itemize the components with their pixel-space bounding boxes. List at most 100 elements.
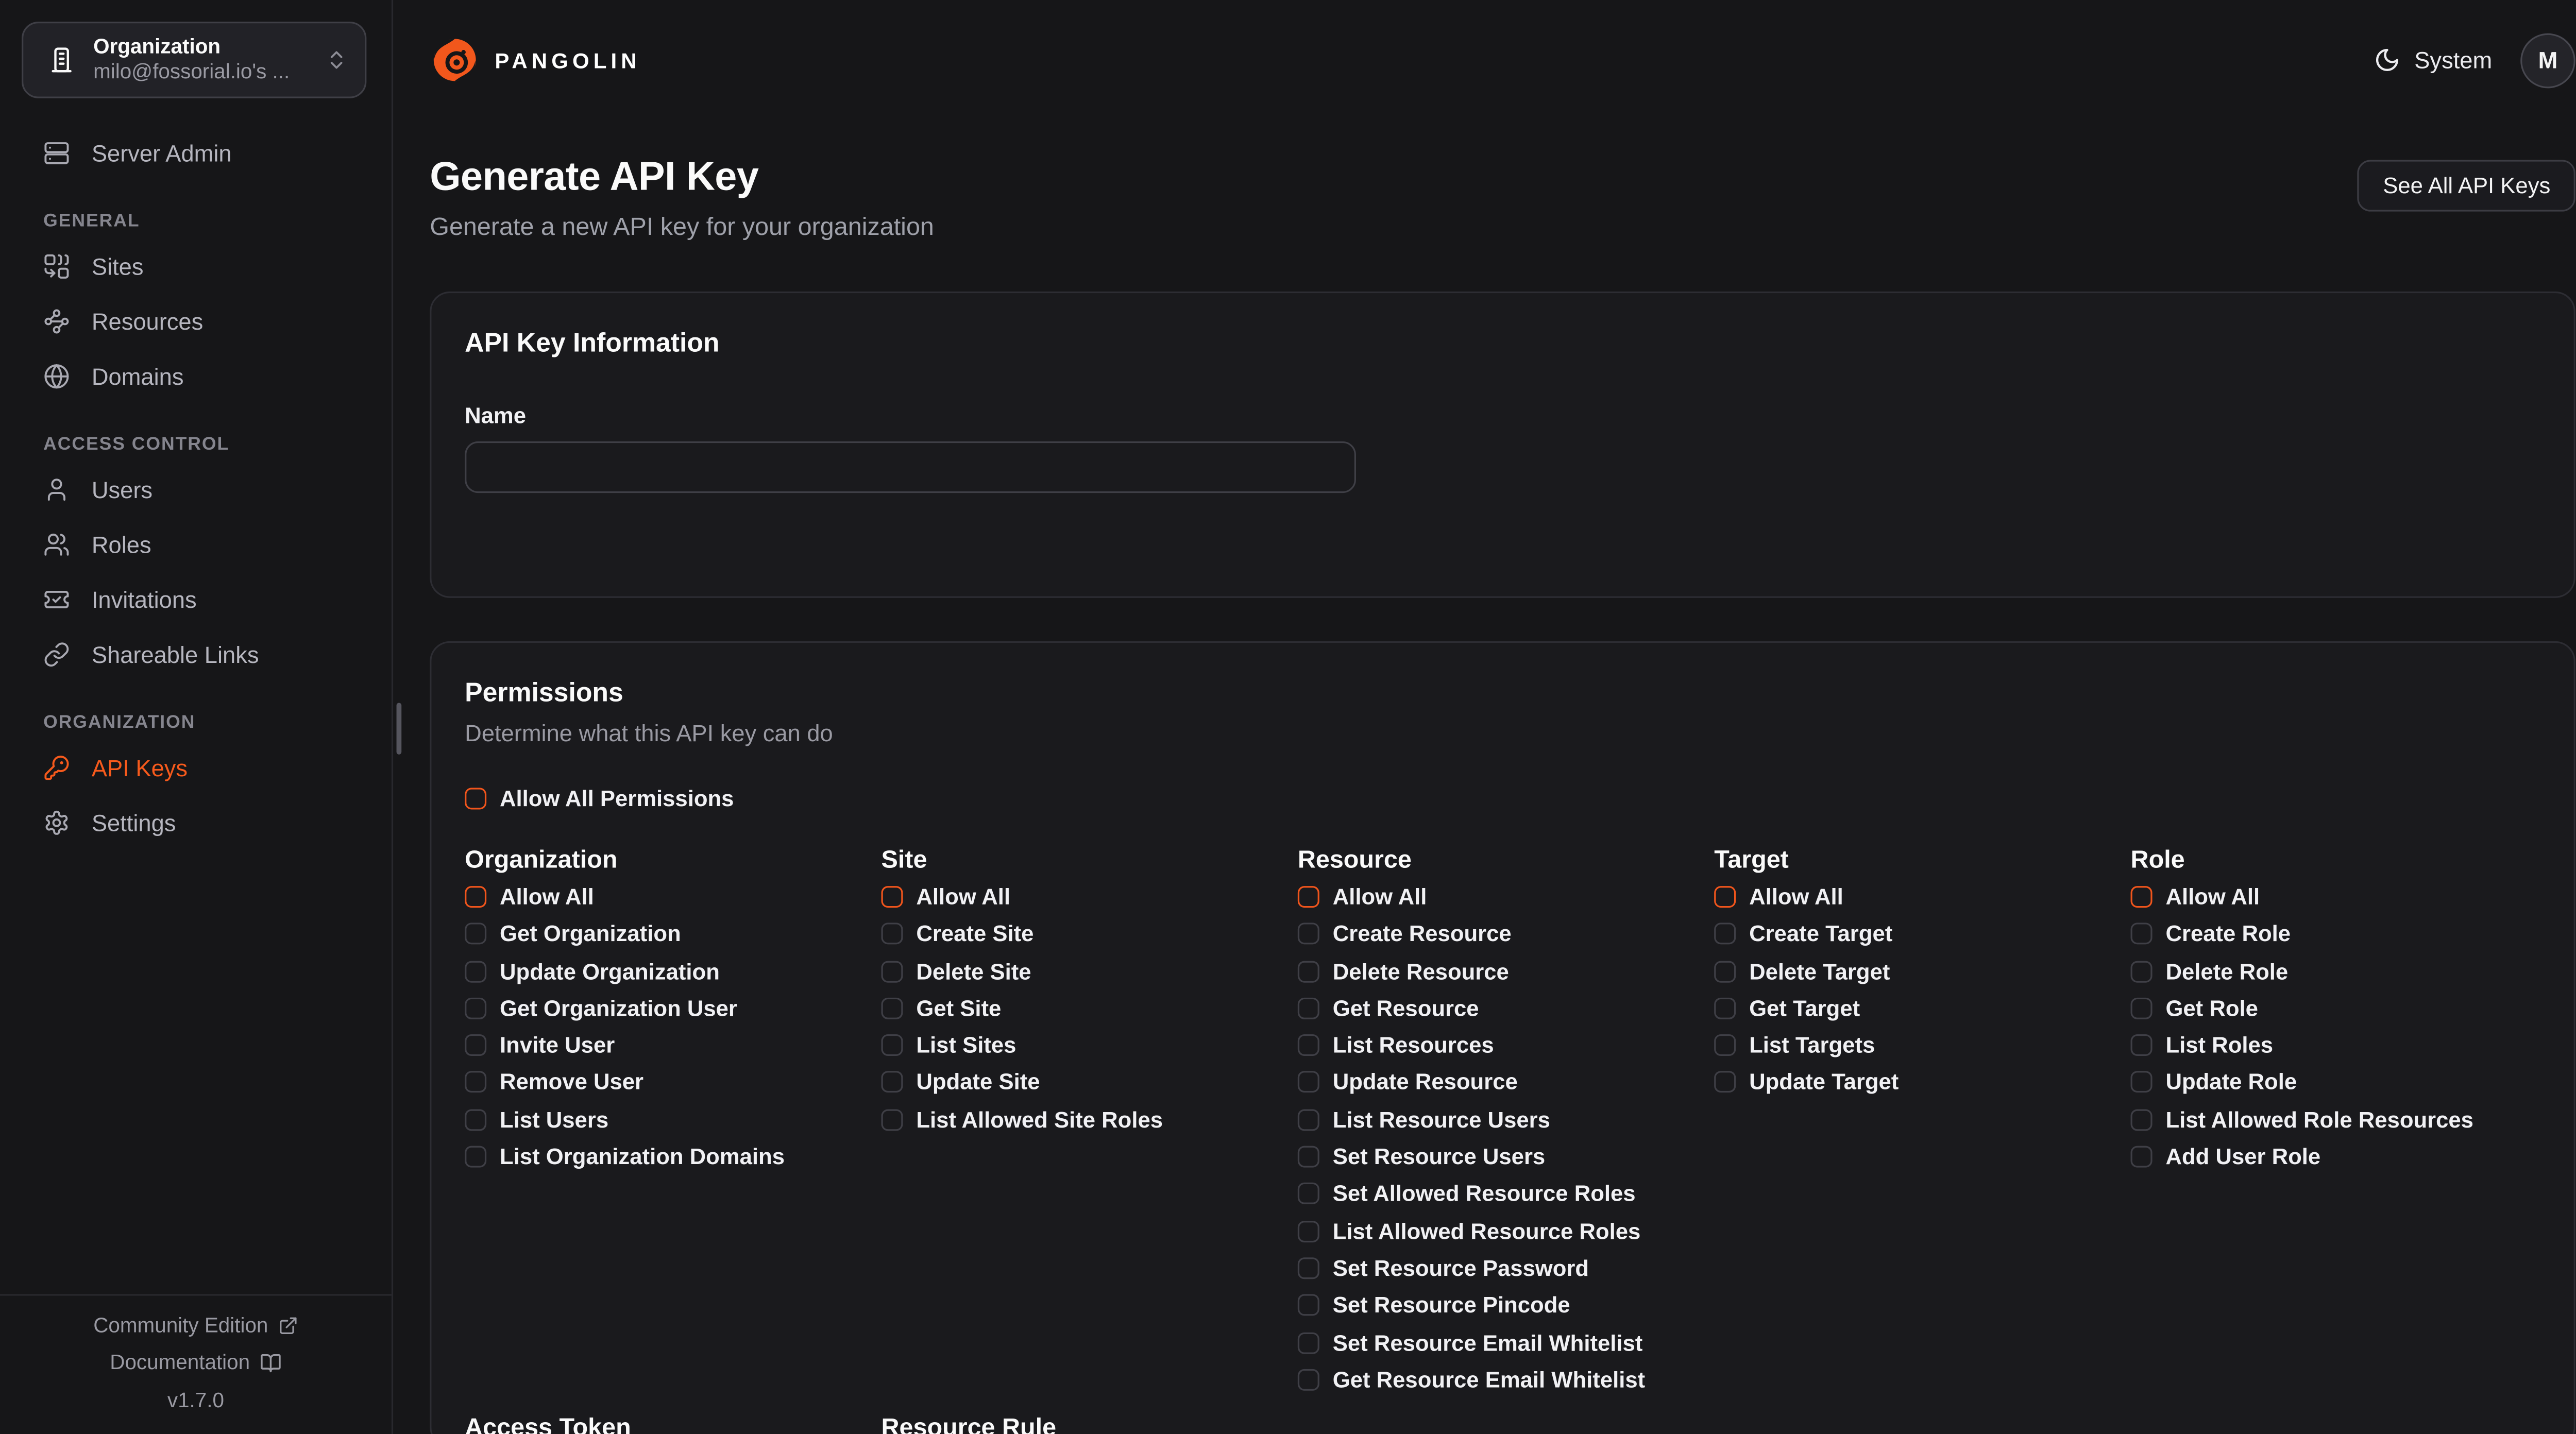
- perm-checkbox-role-add-user-role[interactable]: Add User Role: [2131, 1138, 2540, 1175]
- checkbox-icon: [2131, 1146, 2153, 1168]
- documentation-link[interactable]: Documentation: [0, 1344, 392, 1381]
- org-switcher[interactable]: Organization milo@fossorial.io's ...: [22, 22, 366, 98]
- perm-checkbox-role-update-role[interactable]: Update Role: [2131, 1064, 2540, 1101]
- sidebar-item-label: Domains: [92, 362, 184, 389]
- perm-checkbox-resource-set-resource-users[interactable]: Set Resource Users: [1298, 1138, 1707, 1175]
- perm-checkbox-resource-get-resource-email-whitelist[interactable]: Get Resource Email Whitelist: [1298, 1361, 1707, 1398]
- sidebar-item-api-keys[interactable]: API Keys: [22, 740, 370, 795]
- perm-checkbox-target-delete-target[interactable]: Delete Target: [1714, 952, 2124, 989]
- perm-label: List Sites: [916, 1033, 1016, 1058]
- name-input[interactable]: [465, 441, 1356, 493]
- perm-checkbox-target-update-target[interactable]: Update Target: [1714, 1064, 2124, 1101]
- permissions-grid: OrganizationAllow AllGet OrganizationUpd…: [465, 847, 2540, 1398]
- perm-checkbox-resource-list-allowed-resource-roles[interactable]: List Allowed Resource Roles: [1298, 1213, 1707, 1250]
- perm-label: Allow All: [2165, 884, 2260, 910]
- perm-checkbox-resource-get-resource[interactable]: Get Resource: [1298, 989, 1707, 1027]
- checkbox-icon: [881, 997, 903, 1019]
- perm-checkbox-site-get-site[interactable]: Get Site: [881, 989, 1291, 1027]
- allow-all-permissions-label: Allow All Permissions: [500, 786, 734, 811]
- users-icon: [43, 531, 70, 557]
- community-edition-link[interactable]: Community Edition: [0, 1307, 392, 1344]
- perm-checkbox-organization-remove-user[interactable]: Remove User: [465, 1064, 874, 1101]
- sidebar-item-label: Sites: [92, 252, 144, 279]
- perm-checkbox-resource-list-resources[interactable]: List Resources: [1298, 1027, 1707, 1064]
- perm-checkbox-site-update-site[interactable]: Update Site: [881, 1064, 1291, 1101]
- perm-label: List Allowed Role Resources: [2165, 1107, 2473, 1132]
- perm-checkbox-organization-get-organization-user[interactable]: Get Organization User: [465, 989, 874, 1027]
- perm-checkbox-organization-update-organization[interactable]: Update Organization: [465, 952, 874, 989]
- perm-checkbox-role-delete-role[interactable]: Delete Role: [2131, 952, 2540, 989]
- building-icon: [47, 45, 77, 75]
- perm-checkbox-resource-delete-resource[interactable]: Delete Resource: [1298, 952, 1707, 989]
- sidebar-scrollbar-thumb[interactable]: [397, 703, 402, 755]
- sidebar-item-invitations[interactable]: Invitations: [22, 571, 370, 626]
- sidebar-item-label: Shareable Links: [92, 640, 259, 667]
- external-link-icon: [278, 1316, 298, 1336]
- perm-checkbox-organization-get-organization[interactable]: Get Organization: [465, 915, 874, 952]
- allow-all-permissions-checkbox[interactable]: Allow All Permissions: [465, 779, 2540, 816]
- perm-checkbox-target-list-targets[interactable]: List Targets: [1714, 1027, 2124, 1064]
- perm-checkbox-site-allow-all[interactable]: Allow All: [881, 878, 1291, 915]
- sidebar-item-sites[interactable]: Sites: [22, 238, 370, 293]
- perm-checkbox-resource-set-resource-password[interactable]: Set Resource Password: [1298, 1250, 1707, 1287]
- checkbox-icon: [1298, 1183, 1319, 1205]
- checkbox-icon: [1714, 886, 1736, 908]
- sidebar-item-shareable-links[interactable]: Shareable Links: [22, 626, 370, 681]
- checkbox-icon: [881, 886, 903, 908]
- perm-checkbox-organization-allow-all[interactable]: Allow All: [465, 878, 874, 915]
- name-field: Name: [465, 403, 2540, 493]
- sidebar-item-roles[interactable]: Roles: [22, 516, 370, 571]
- perm-checkbox-resource-set-resource-pincode[interactable]: Set Resource Pincode: [1298, 1287, 1707, 1324]
- app-window: Organization milo@fossorial.io's ... Ser…: [0, 0, 2576, 1434]
- user-avatar[interactable]: M: [2520, 32, 2575, 88]
- perm-label: Delete Target: [1749, 959, 1890, 984]
- perm-checkbox-resource-update-resource[interactable]: Update Resource: [1298, 1064, 1707, 1101]
- perm-label: Update Target: [1749, 1070, 1899, 1095]
- perm-checkbox-target-allow-all[interactable]: Allow All: [1714, 878, 2124, 915]
- perm-checkbox-site-list-allowed-site-roles[interactable]: List Allowed Site Roles: [881, 1101, 1291, 1138]
- perm-checkbox-role-allow-all[interactable]: Allow All: [2131, 878, 2540, 915]
- permissions-card: Permissions Determine what this API key …: [430, 641, 2575, 1434]
- checkbox-icon: [2131, 960, 2153, 982]
- perm-checkbox-resource-set-resource-email-whitelist[interactable]: Set Resource Email Whitelist: [1298, 1324, 1707, 1361]
- perm-label: Create Site: [916, 921, 1033, 947]
- sidebar-item-settings[interactable]: Settings: [22, 794, 370, 849]
- api-key-information-title: API Key Information: [465, 330, 2540, 360]
- perm-checkbox-site-delete-site[interactable]: Delete Site: [881, 952, 1291, 989]
- perm-checkbox-organization-invite-user[interactable]: Invite User: [465, 1027, 874, 1064]
- perm-label: Delete Site: [916, 959, 1031, 984]
- permissions-subtitle: Determine what this API key can do: [465, 720, 2540, 746]
- gear-icon: [43, 809, 70, 835]
- perm-checkbox-role-list-allowed-role-resources[interactable]: List Allowed Role Resources: [2131, 1101, 2540, 1138]
- brand-logo[interactable]: PANGOLIN: [430, 35, 641, 85]
- perm-checkbox-target-create-target[interactable]: Create Target: [1714, 915, 2124, 952]
- nav-section-title: ACCESS CONTROL: [22, 435, 370, 455]
- version-label: v1.7.0: [0, 1381, 392, 1419]
- perm-checkbox-resource-set-allowed-resource-roles[interactable]: Set Allowed Resource Roles: [1298, 1175, 1707, 1213]
- perm-checkbox-role-list-roles[interactable]: List Roles: [2131, 1027, 2540, 1064]
- perm-checkbox-site-create-site[interactable]: Create Site: [881, 915, 1291, 952]
- perm-checkbox-resource-allow-all[interactable]: Allow All: [1298, 878, 1707, 915]
- sidebar-item-server-admin[interactable]: Server Admin: [22, 125, 370, 180]
- checkbox-icon: [465, 886, 486, 908]
- checkbox-icon: [881, 960, 903, 982]
- checkbox-icon: [1298, 960, 1319, 982]
- see-all-api-keys-button[interactable]: See All API Keys: [2358, 160, 2575, 211]
- perm-checkbox-role-create-role[interactable]: Create Role: [2131, 915, 2540, 952]
- checkbox-icon: [1298, 997, 1319, 1019]
- perm-label: Set Allowed Resource Roles: [1333, 1182, 1636, 1207]
- sidebar-item-label: Server Admin: [92, 139, 232, 166]
- perm-checkbox-site-list-sites[interactable]: List Sites: [881, 1027, 1291, 1064]
- perm-checkbox-role-get-role[interactable]: Get Role: [2131, 989, 2540, 1027]
- perm-checkbox-resource-list-resource-users[interactable]: List Resource Users: [1298, 1101, 1707, 1138]
- perm-checkbox-organization-list-users[interactable]: List Users: [465, 1101, 874, 1138]
- theme-toggle[interactable]: System: [2375, 47, 2493, 74]
- sidebar-item-users[interactable]: Users: [22, 462, 370, 517]
- perm-group-title: Organization: [465, 847, 874, 875]
- sidebar-item-domains[interactable]: Domains: [22, 348, 370, 403]
- nav-section-access-control: ACCESS CONTROL UsersRolesInvitations Share…: [22, 435, 370, 681]
- perm-checkbox-target-get-target[interactable]: Get Target: [1714, 989, 2124, 1027]
- perm-checkbox-resource-create-resource[interactable]: Create Resource: [1298, 915, 1707, 952]
- sidebar-item-resources[interactable]: Resources: [22, 293, 370, 348]
- perm-checkbox-organization-list-organization-domains[interactable]: List Organization Domains: [465, 1138, 874, 1175]
